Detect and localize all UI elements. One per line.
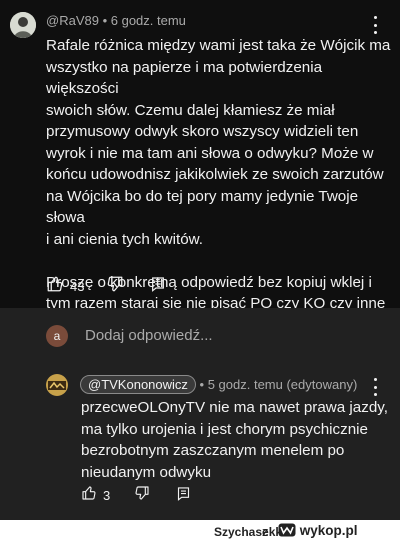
reply-comment-icon — [178, 486, 190, 501]
more-options-button[interactable] — [372, 16, 378, 34]
comment-rav89: @RaV89 • 6 godz. temu Rafale różnica mię… — [0, 0, 400, 334]
footer-connector: z — [262, 524, 269, 539]
thumb-down-icon — [108, 276, 123, 292]
wykop-logo[interactable]: wykop.pl — [278, 523, 358, 538]
site-name: wykop.pl — [299, 523, 358, 538]
current-user-avatar: a — [46, 325, 68, 347]
author-handle[interactable]: @RaV89 — [46, 13, 99, 28]
dot-icon — [373, 378, 377, 381]
reply-button[interactable] — [176, 486, 191, 506]
wykop-logo-icon — [278, 523, 296, 537]
thumb-up-icon — [47, 276, 63, 292]
like-button[interactable] — [46, 275, 64, 298]
thumb-up-icon — [82, 486, 96, 500]
meta-separator: • — [199, 377, 208, 392]
comment-actions: 3 — [81, 485, 191, 506]
user-photo-icon — [10, 12, 36, 38]
reply-comment-icon — [152, 277, 165, 292]
dot-icon — [373, 16, 377, 19]
comment-timestamp[interactable]: 5 godz. temu (edytowany) — [208, 377, 358, 392]
comment-meta: @TVKononowicz • 5 godz. temu (edytowany) — [80, 375, 357, 394]
author-handle[interactable]: @TVKononowicz — [80, 375, 196, 394]
dot-icon — [373, 393, 377, 396]
reply-input-bar: a Dodaj odpowiedź... — [0, 308, 400, 364]
dislike-button[interactable] — [134, 485, 150, 506]
dot-icon — [373, 23, 377, 27]
dot-icon — [373, 31, 377, 34]
reply-button[interactable] — [150, 276, 166, 297]
thumb-down-icon — [135, 486, 149, 500]
avatar[interactable] — [10, 12, 36, 38]
more-options-button[interactable] — [372, 378, 378, 396]
like-count: 43 — [70, 279, 85, 294]
dot-icon — [373, 385, 377, 389]
comment-meta: @RaV89 • 6 godz. temu — [46, 13, 186, 28]
channel-logo-icon — [46, 374, 68, 396]
avatar-letter: a — [53, 329, 61, 343]
like-button[interactable] — [81, 485, 97, 506]
comment-tvkononowicz: @TVKononowicz • 5 godz. temu (edytowany)… — [0, 364, 400, 520]
dislike-button[interactable] — [106, 275, 124, 298]
source-footer: Szychasekk z wykop.pl — [0, 520, 400, 543]
uploader-name[interactable]: Szychasekk — [214, 525, 282, 539]
comment-thread: @RaV89 • 6 godz. temu Rafale różnica mię… — [0, 0, 400, 520]
comment-timestamp[interactable]: 6 godz. temu — [111, 13, 186, 28]
like-count: 3 — [103, 488, 111, 503]
avatar[interactable] — [46, 374, 68, 396]
comment-text: przecweOLOnyTV nie ma nawet prawa jazdy,… — [81, 399, 388, 481]
comment-actions: 43 — [46, 275, 166, 298]
reply-input[interactable]: Dodaj odpowiedź... — [85, 327, 213, 344]
meta-separator: • — [102, 13, 111, 28]
